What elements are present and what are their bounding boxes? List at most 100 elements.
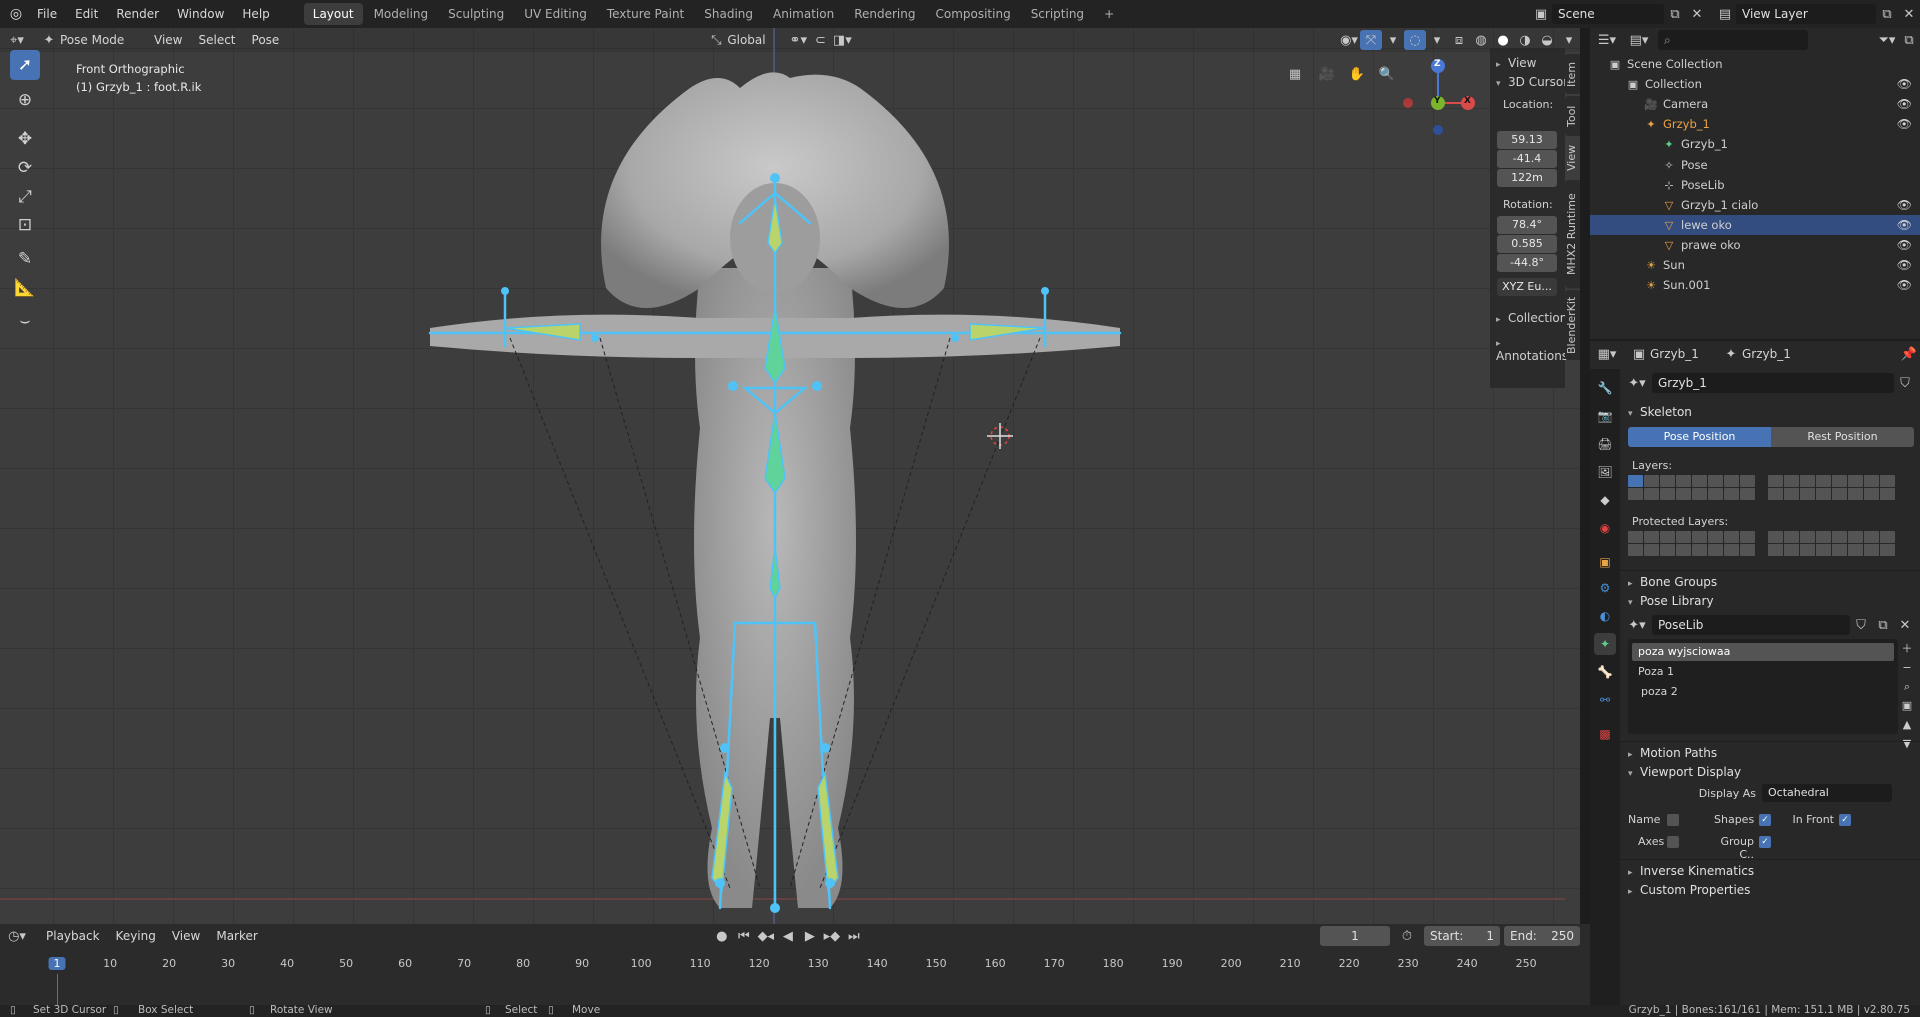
outliner-row[interactable]: ☀ Sun.001 👁	[1590, 275, 1920, 295]
tab-modeling[interactable]: Modeling	[365, 3, 438, 25]
layer-cell[interactable]	[1692, 531, 1707, 543]
group-colors-checkbox[interactable]: ✓	[1759, 836, 1771, 848]
bone-groups-panel-header[interactable]: ▸ Bone Groups	[1620, 570, 1920, 592]
motion-paths-panel-header[interactable]: ▸ Motion Paths	[1620, 741, 1920, 763]
armature-data-tab-icon[interactable]: ✦	[1594, 633, 1616, 655]
layer-cell[interactable]	[1768, 475, 1783, 487]
world-tab-icon[interactable]: ◉	[1594, 517, 1616, 539]
layer-cell[interactable]	[1816, 544, 1831, 556]
layer-cell[interactable]	[1692, 488, 1707, 500]
inverse-kinematics-panel-header[interactable]: ▸ Inverse Kinematics	[1620, 859, 1920, 881]
poselib-name-field[interactable]: PoseLib	[1652, 615, 1850, 635]
layer-cell[interactable]	[1628, 488, 1643, 500]
layer-cell[interactable]	[1768, 488, 1783, 500]
tab-animation[interactable]: Animation	[764, 3, 843, 25]
layer-cell[interactable]	[1724, 488, 1739, 500]
display-mode-icon[interactable]: ▤▾	[1628, 30, 1650, 50]
tab-sculpting[interactable]: Sculpting	[439, 3, 513, 25]
display-as-select[interactable]: Octahedral	[1762, 784, 1892, 802]
layer-cell[interactable]	[1768, 531, 1783, 543]
menu-file[interactable]: File	[28, 0, 66, 28]
skeleton-panel-header[interactable]: ▾ Skeleton	[1620, 401, 1920, 423]
timeline-ruler[interactable]: 1 10 20 30 40 50 60 70 80 90 100 110 120 130 140 150 160…	[0, 948, 1590, 1017]
bone-tab-icon[interactable]: 🦴	[1594, 661, 1616, 683]
3d-viewport[interactable]: ⌖▾ ✦ Pose Mode View Select Pose ⤡ Global…	[0, 28, 1580, 924]
layer-cell[interactable]	[1864, 531, 1879, 543]
pin-icon[interactable]: 📌	[1898, 344, 1920, 364]
menu-help[interactable]: Help	[233, 0, 278, 28]
layer-cell[interactable]	[1644, 544, 1659, 556]
view-layer-tab-icon[interactable]: 🖼	[1594, 461, 1616, 483]
outliner-row[interactable]: ✧ Pose	[1590, 155, 1920, 175]
layer-cell[interactable]	[1708, 531, 1723, 543]
output-tab-icon[interactable]: 🖨	[1594, 433, 1616, 455]
delete-view-layer-icon[interactable]: ✕	[1898, 4, 1920, 24]
new-collection-icon[interactable]: ⧉	[1898, 30, 1920, 50]
npanel-3d-cursor-header[interactable]: ▾ 3D Cursor	[1496, 75, 1568, 89]
layer-cell[interactable]	[1740, 475, 1755, 487]
render-tab-icon[interactable]: 📷	[1594, 405, 1616, 427]
layer-cell[interactable]	[1644, 531, 1659, 543]
playhead[interactable]	[57, 974, 58, 1008]
layer-cell[interactable]	[1800, 475, 1815, 487]
layer-cell[interactable]	[1784, 475, 1799, 487]
armature-name-field[interactable]: Grzyb_1	[1652, 373, 1894, 393]
jump-start-icon[interactable]: ⏮	[733, 926, 755, 946]
layer-cell[interactable]	[1708, 544, 1723, 556]
timeline-menu-playback[interactable]: Playback	[38, 924, 108, 948]
delete-scene-icon[interactable]: ✕	[1686, 4, 1708, 24]
layer-cell[interactable]	[1864, 544, 1879, 556]
tab-scripting[interactable]: Scripting	[1022, 3, 1093, 25]
layer-cell[interactable]	[1848, 488, 1863, 500]
layer-cell[interactable]	[1832, 475, 1847, 487]
layer-cell[interactable]	[1660, 531, 1675, 543]
layer-cell[interactable]	[1660, 544, 1675, 556]
layer-cell[interactable]	[1848, 531, 1863, 543]
layer-cell[interactable]	[1848, 475, 1863, 487]
pose-list-item[interactable]: poza 2	[1632, 683, 1894, 701]
layer-cell[interactable]	[1784, 531, 1799, 543]
fake-user-icon[interactable]: ⛉	[1894, 373, 1916, 393]
object-tab-icon[interactable]: ▣	[1594, 551, 1616, 573]
timeline-menu-marker[interactable]: Marker	[208, 924, 265, 948]
layer-cell[interactable]	[1676, 488, 1691, 500]
play-icon[interactable]: ▶	[799, 926, 821, 946]
shapes-checkbox[interactable]: ✓	[1759, 814, 1771, 826]
layer-cell[interactable]	[1628, 544, 1643, 556]
layer-cell[interactable]	[1740, 488, 1755, 500]
axes-checkbox[interactable]	[1667, 836, 1679, 848]
pose-list-item[interactable]: poza wyjsciowaa	[1632, 643, 1894, 661]
rest-position-button[interactable]: Rest Position	[1771, 427, 1914, 447]
poselib-fake-user-icon[interactable]: ⛉	[1850, 615, 1872, 635]
jump-end-icon[interactable]: ⏭	[843, 926, 865, 946]
pan-hand-icon[interactable]: ✋	[1346, 64, 1368, 84]
record-icon[interactable]: ●	[711, 926, 733, 946]
cursor-rotation-x[interactable]: 78.4°	[1497, 216, 1557, 234]
outliner-row[interactable]: ☀ Sun 👁	[1590, 255, 1920, 275]
custom-properties-panel-header[interactable]: ▸ Custom Properties	[1620, 879, 1920, 901]
tab-uv-editing[interactable]: UV Editing	[515, 3, 596, 25]
visibility-eye-icon[interactable]: 👁	[1897, 94, 1912, 114]
sidebar-tab-tool[interactable]: Tool	[1565, 96, 1580, 136]
poselib-new-icon[interactable]: ⧉	[1872, 615, 1894, 635]
layer-cell[interactable]	[1800, 488, 1815, 500]
outliner-row[interactable]: ▣ Collection 👁	[1590, 74, 1920, 94]
timeline-menu-keying[interactable]: Keying	[108, 924, 164, 948]
layer-cell[interactable]	[1880, 544, 1895, 556]
rotation-mode-select[interactable]: XYZ Eu...	[1497, 278, 1557, 296]
tab-rendering[interactable]: Rendering	[845, 3, 924, 25]
layer-cell[interactable]	[1848, 544, 1863, 556]
layer-cell[interactable]	[1676, 531, 1691, 543]
layer-cell[interactable]	[1676, 544, 1691, 556]
menu-render[interactable]: Render	[107, 0, 168, 28]
outliner-row[interactable]: ▽ lewe oko 👁	[1590, 214, 1920, 235]
poselib-action-icon[interactable]: ✦▾	[1626, 615, 1648, 635]
layer-cell[interactable]	[1800, 531, 1815, 543]
bone-layers-grid[interactable]	[1628, 475, 1914, 503]
layer-cell[interactable]	[1864, 475, 1879, 487]
end-frame-field[interactable]: End: 250	[1504, 926, 1580, 946]
layer-cell[interactable]	[1816, 531, 1831, 543]
view-layer-field[interactable]: View Layer	[1736, 4, 1876, 24]
layer-cell[interactable]	[1708, 488, 1723, 500]
layer-cell[interactable]	[1628, 475, 1643, 487]
